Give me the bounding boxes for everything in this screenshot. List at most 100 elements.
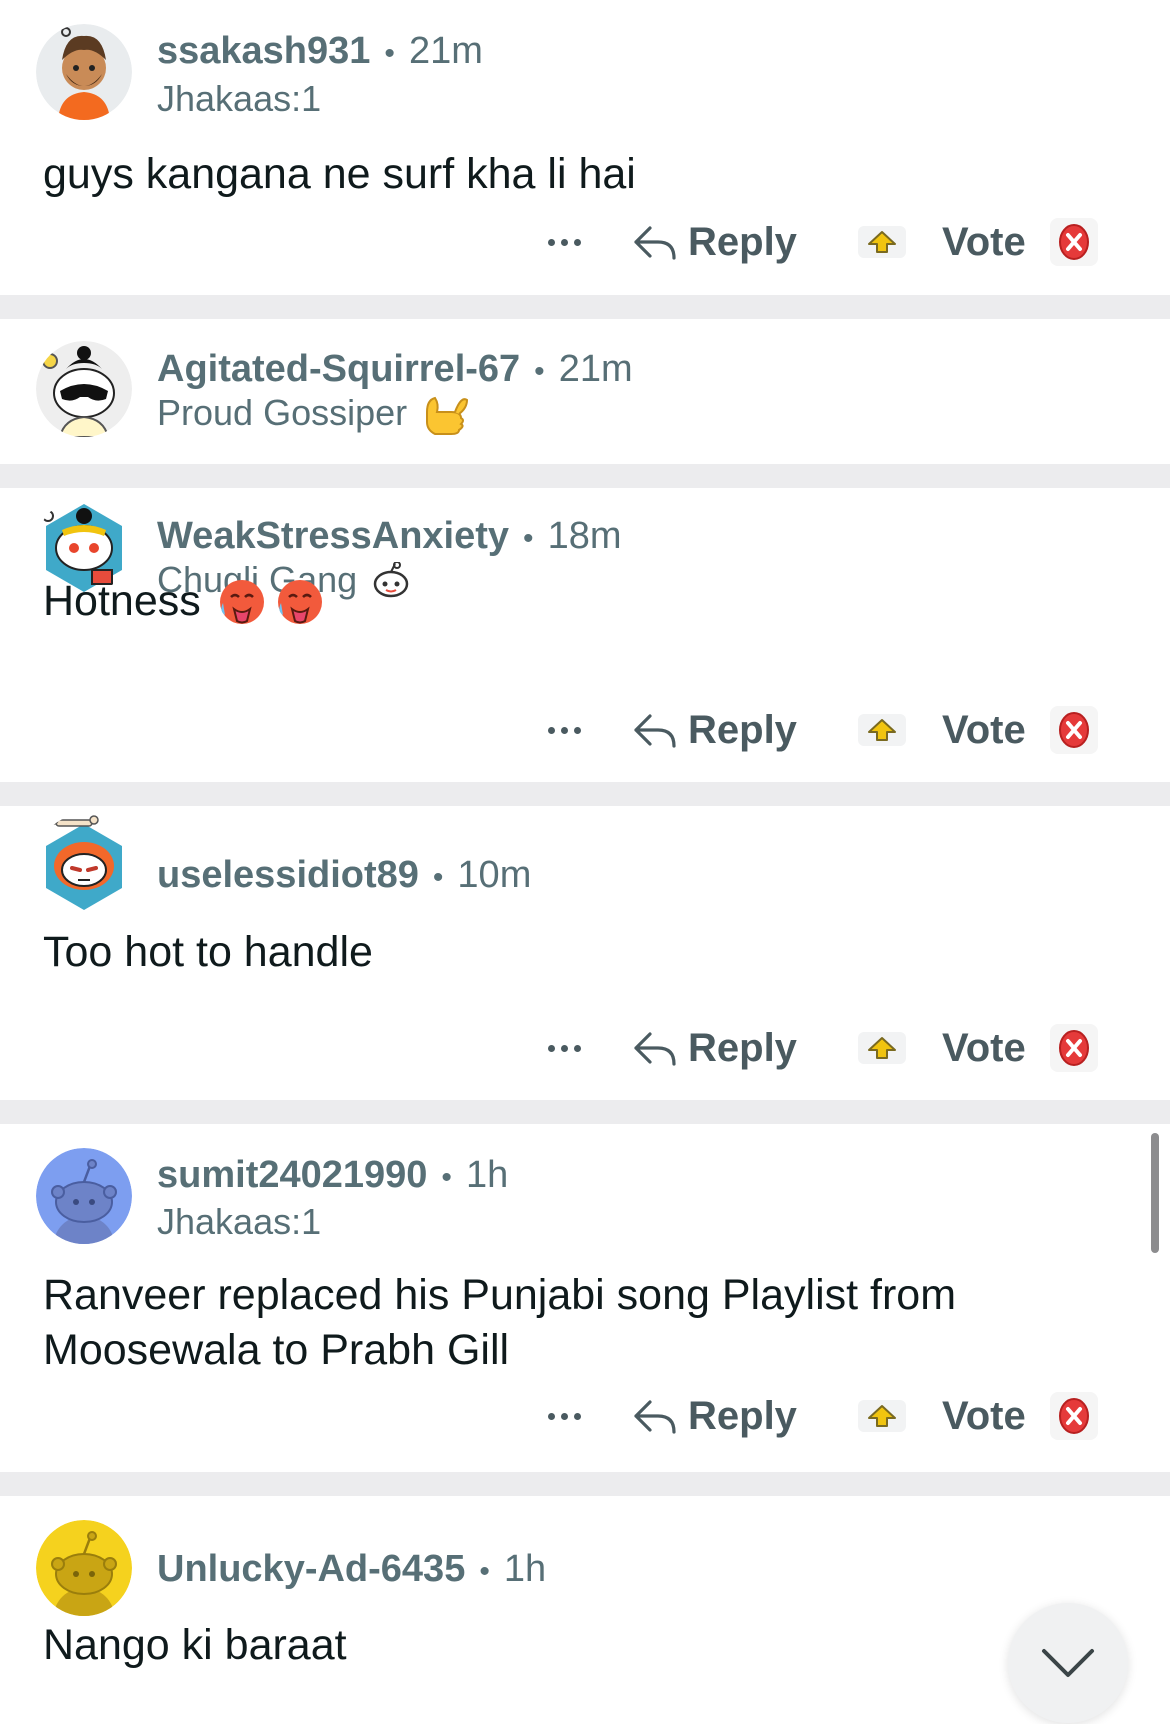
timestamp: 1h (465, 1154, 509, 1196)
username[interactable]: uselessidiot89 (157, 854, 419, 897)
emoji-group (209, 577, 325, 627)
timestamp: 21m (408, 30, 483, 72)
upvote-icon (868, 1405, 896, 1427)
avatar[interactable] (36, 814, 132, 910)
timestamp: 1h (503, 1548, 547, 1590)
scrollbar-thumb[interactable] (1151, 1133, 1159, 1253)
avatar[interactable] (36, 1148, 132, 1244)
vote-label: Vote (942, 1393, 1026, 1438)
reply-arrow-icon (634, 1400, 676, 1434)
meta-separator: • (523, 522, 534, 555)
flair-text: Proud Gossiper (157, 392, 408, 433)
downvote-button[interactable] (1050, 1024, 1098, 1072)
comment-card: WeakStressAnxiety • 18m Chugli Gang Hotn… (0, 488, 1170, 782)
username[interactable]: sumit24021990 (157, 1154, 427, 1197)
upvote-button[interactable] (858, 714, 906, 746)
comment-text-label: Hotness (43, 577, 201, 625)
reply-arrow-icon (634, 226, 676, 260)
timestamp: 21m (558, 348, 633, 390)
default-snoo-blue-avatar (36, 1148, 132, 1244)
comment-text: Hotness (43, 574, 1103, 629)
upvote-icon (868, 1037, 896, 1059)
downvote-button[interactable] (1050, 218, 1098, 266)
comment-actions: Reply Vote (540, 1388, 1100, 1444)
reply-button[interactable]: Reply (632, 702, 797, 758)
reply-button[interactable]: Reply (632, 1020, 797, 1076)
comment-text: Ranveer replaced his Punjabi song Playli… (43, 1271, 957, 1374)
vote-label: Vote (942, 707, 1026, 752)
comment-meta: WeakStressAnxiety • 18m (157, 515, 621, 558)
snoo-sunglasses-avatar (36, 341, 132, 437)
downvote-button[interactable] (1050, 1392, 1098, 1440)
upvote-button[interactable] (858, 1400, 906, 1432)
more-options-button[interactable] (540, 1028, 588, 1068)
comment-text: Too hot to handle (43, 928, 373, 976)
reply-button[interactable]: Reply (632, 1388, 797, 1444)
chevron-down-icon (1042, 1649, 1094, 1677)
comment-feed: ssakash931 • 21m Jhakaas:1 guys kangana … (0, 0, 1170, 1724)
user-flair: Jhakaas:1 (157, 78, 321, 120)
downvote-button[interactable] (1050, 706, 1098, 754)
avatar[interactable] (36, 1520, 132, 1616)
upvote-button[interactable] (858, 226, 906, 258)
user-flair: Jhakaas:1 (157, 1201, 321, 1243)
reply-arrow-icon (634, 714, 676, 748)
comment-meta: sumit24021990 • 1h (157, 1154, 508, 1197)
upvote-button[interactable] (858, 1032, 906, 1064)
reply-button[interactable]: Reply (632, 214, 797, 270)
comment-meta: Agitated-Squirrel-67 • 21m (157, 348, 633, 391)
comment-text: Nango ki baraat (43, 1621, 347, 1669)
username[interactable]: Unlucky-Ad-6435 (157, 1548, 465, 1591)
timestamp: 18m (547, 515, 622, 557)
meta-separator: • (441, 1161, 452, 1194)
call-me-hand-icon (421, 390, 471, 436)
comment-meta: ssakash931 • 21m (157, 30, 483, 73)
downvote-x-icon (1059, 1398, 1089, 1434)
upvote-icon (868, 231, 896, 253)
meta-separator: • (479, 1555, 490, 1588)
downvote-x-icon (1059, 712, 1089, 748)
comment-meta: uselessidiot89 • 10m (157, 854, 531, 897)
upvote-icon (868, 719, 896, 741)
more-options-button[interactable] (540, 222, 588, 262)
avatar[interactable] (36, 24, 132, 120)
comment-meta: Unlucky-Ad-6435 • 1h (157, 1548, 546, 1591)
vote-label: Vote (942, 1025, 1026, 1070)
reply-label: Reply (688, 219, 797, 264)
username[interactable]: ssakash931 (157, 30, 370, 73)
default-snoo-yellow-avatar (36, 1520, 132, 1616)
vote-label: Vote (942, 219, 1026, 264)
timestamp: 10m (457, 854, 532, 896)
comment-card: Agitated-Squirrel-67 • 21m Proud Gossipe… (0, 319, 1170, 464)
more-options-button[interactable] (540, 710, 588, 750)
downvote-x-icon (1059, 1030, 1089, 1066)
reply-label: Reply (688, 1393, 797, 1438)
meta-separator: • (432, 861, 444, 894)
avatar[interactable] (36, 341, 132, 437)
scroll-to-next-button[interactable] (1008, 1603, 1128, 1723)
meta-separator: • (534, 355, 545, 388)
comment-actions: Reply Vote (540, 214, 1100, 270)
comment-actions: Reply Vote (540, 702, 1100, 758)
comment-text: guys kangana ne surf kha li hai (43, 150, 636, 198)
username[interactable]: WeakStressAnxiety (157, 515, 509, 558)
comment-card: sumit24021990 • 1h Jhakaas:1 Ranveer rep… (0, 1124, 1170, 1472)
comment-card: uselessidiot89 • 10m Too hot to handle R… (0, 806, 1170, 1100)
reply-label: Reply (688, 707, 797, 752)
more-options-button[interactable] (540, 1396, 588, 1436)
hot-face-icon (277, 579, 322, 624)
flair-text: Jhakaas:1 (157, 78, 322, 119)
reply-arrow-icon (634, 1032, 676, 1066)
flair-text: Jhakaas:1 (157, 1201, 322, 1242)
user-flair: Proud Gossiper (157, 390, 471, 436)
hot-face-icon (219, 579, 264, 624)
comment-actions: Reply Vote (540, 1020, 1100, 1076)
username[interactable]: Agitated-Squirrel-67 (157, 348, 520, 391)
downvote-x-icon (1059, 224, 1089, 260)
reply-label: Reply (688, 1025, 797, 1070)
comment-card: Unlucky-Ad-6435 • 1h Nango ki baraat (0, 1496, 1170, 1724)
comment-card: ssakash931 • 21m Jhakaas:1 guys kangana … (0, 0, 1170, 295)
snoo-bone-hex-avatar (46, 815, 122, 910)
snoo-orange-turban-avatar (36, 24, 132, 120)
meta-separator: • (384, 37, 395, 70)
